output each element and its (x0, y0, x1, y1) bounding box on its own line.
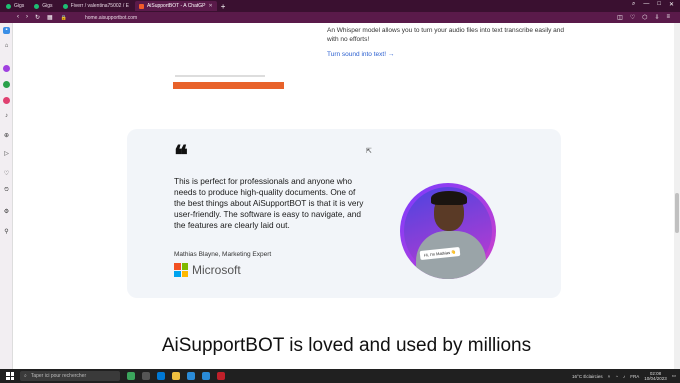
tabs-overview-icon[interactable]: ▦ (47, 14, 53, 21)
language-indicator[interactable]: FRA (630, 374, 639, 379)
window-controls: ⌕ — □ ✕ (632, 1, 674, 8)
maximize-icon[interactable]: □ (657, 1, 661, 8)
testimonial-author: Mathias Blayne, Marketing Expert (174, 251, 272, 258)
scrollbar-thumb[interactable] (675, 193, 679, 233)
clock[interactable]: 02:08 10/04/2023 (644, 371, 667, 381)
file-explorer-icon[interactable] (172, 372, 180, 380)
microsoft-icon (174, 263, 188, 277)
mouse-cursor-icon: ⇱ (366, 148, 372, 155)
settings-icon[interactable]: ⊕ (3, 133, 10, 140)
volume-icon[interactable]: ♪ (623, 374, 625, 379)
history-icon[interactable]: ⏲ (3, 187, 10, 194)
feature-screenshot (173, 73, 284, 90)
instagram-icon[interactable] (3, 97, 10, 104)
new-tab-button[interactable]: + (221, 2, 226, 11)
tab-label: Gigs (14, 3, 25, 9)
notifications-icon[interactable]: ▭ (672, 373, 676, 379)
web-page: An Whisper model allows you to turn your… (13, 23, 680, 369)
forward-icon[interactable]: › (26, 14, 28, 21)
taskbar-search[interactable]: ⌕ Taper ici pour rechercher (20, 371, 120, 381)
lock-icon: 🔒 (60, 14, 67, 21)
messenger-icon[interactable] (3, 65, 10, 72)
tab-label: Gigs (42, 3, 53, 9)
weather-status[interactable]: 16°C Éclaircies (572, 374, 603, 379)
system-tray: 16°C Éclaircies ˄ ◔ ♪ FRA 02:08 10/04/20… (572, 371, 676, 381)
pin-icon[interactable]: ⚲ (3, 229, 10, 236)
tab-fiverr-profile[interactable]: Fiverr / valentina75002 / E (59, 1, 133, 11)
store-icon[interactable] (187, 372, 195, 380)
url-field[interactable]: home.aisupportbot.com (85, 15, 137, 21)
page-scrollbar[interactable] (674, 23, 680, 369)
screenshot-text-line (175, 75, 265, 77)
edge-icon[interactable] (157, 372, 165, 380)
fiverr-icon (34, 3, 40, 9)
quote-icon: ❝ (174, 141, 188, 171)
snapshot-icon[interactable]: ◫ (617, 14, 623, 21)
back-icon[interactable]: ‹ (17, 14, 19, 21)
tab-gigs-2[interactable]: Gigs (30, 1, 56, 11)
gear-icon[interactable]: ⚙ (3, 209, 10, 216)
windows-start-icon[interactable] (6, 372, 14, 380)
extensions-icon[interactable]: ⬡ (642, 14, 647, 21)
reload-icon[interactable]: ↻ (35, 14, 40, 21)
fiverr-icon (6, 3, 11, 9)
tiktok-icon[interactable]: ♪ (3, 113, 10, 120)
workspace-icon[interactable]: ▪ (3, 27, 10, 34)
toolbar-icons: ◫ ♡ ⬡ ⇩ ≡ (617, 14, 670, 21)
avatar-hair (431, 191, 467, 205)
address-bar: ‹ › ↻ ▦ 🔒 home.aisupportbot.com ◫ ♡ ⬡ ⇩ … (0, 12, 680, 23)
bookmark-icon[interactable]: ♡ (630, 14, 635, 21)
avatar: Hi, I'm Mathias 👋 (400, 183, 496, 279)
close-window-icon[interactable]: ✕ (669, 1, 674, 8)
task-view-icon[interactable] (142, 372, 150, 380)
company-name: Microsoft (192, 263, 241, 277)
section-headline: AiSupportBOT is loved and used by millio… (161, 335, 532, 356)
clock-date: 10/04/2023 (644, 376, 667, 381)
tab-bar: Gigs Gigs Fiverr / valentina75002 / E Ai… (0, 0, 680, 12)
search-tabs-icon[interactable]: ⌕ (632, 1, 635, 8)
mail-icon[interactable] (202, 372, 210, 380)
whatsapp-icon[interactable] (3, 81, 10, 88)
close-tab-icon[interactable]: ✕ (209, 3, 213, 9)
avatar-background: Hi, I'm Mathias 👋 (404, 187, 492, 279)
tray-chevron-icon[interactable]: ˄ (608, 374, 611, 379)
tab-aisupportbot[interactable]: AiSupportBOT - A ChatGP ✕ (134, 1, 217, 11)
fiverr-icon (62, 3, 68, 9)
turn-sound-into-text-link[interactable]: Turn sound into text! → (327, 51, 394, 58)
browser-sidebar: ▪ ⌂ ♪ ⊕ ▷ ♡ ⏲ ⚙ ⚲ (0, 23, 13, 369)
opera-icon[interactable] (217, 372, 225, 380)
os-taskbar: ⌕ Taper ici pour rechercher 16°C Éclairc… (0, 369, 680, 383)
download-icon[interactable]: ⇩ (654, 14, 659, 21)
tab-gigs-1[interactable]: Gigs (2, 1, 28, 11)
tab-label: Fiverr / valentina75002 / E (70, 3, 129, 9)
home-icon[interactable]: ⌂ (3, 43, 10, 50)
company-logo: Microsoft (174, 263, 241, 277)
nav-buttons: ‹ › ↻ ▦ (17, 14, 53, 21)
search-icon: ⌕ (24, 373, 27, 379)
menu-icon[interactable]: ≡ (666, 14, 670, 21)
testimonial-card: ❝ This is perfect for professionals and … (127, 129, 561, 298)
screenshot-orange-bar (173, 82, 284, 89)
aisupportbot-icon (138, 3, 144, 9)
taskbar-search-placeholder: Taper ici pour rechercher (30, 373, 87, 379)
tab-label: AiSupportBOT - A ChatGP (146, 3, 206, 9)
widgets-icon[interactable] (127, 372, 135, 380)
player-icon[interactable]: ▷ (3, 151, 10, 158)
minimize-icon[interactable]: — (643, 1, 649, 8)
network-icon[interactable]: ◔ (615, 374, 618, 379)
testimonial-quote: This is perfect for professionals and an… (174, 176, 364, 230)
whisper-description: An Whisper model allows you to turn your… (327, 27, 565, 43)
favorites-icon[interactable]: ♡ (3, 171, 10, 178)
